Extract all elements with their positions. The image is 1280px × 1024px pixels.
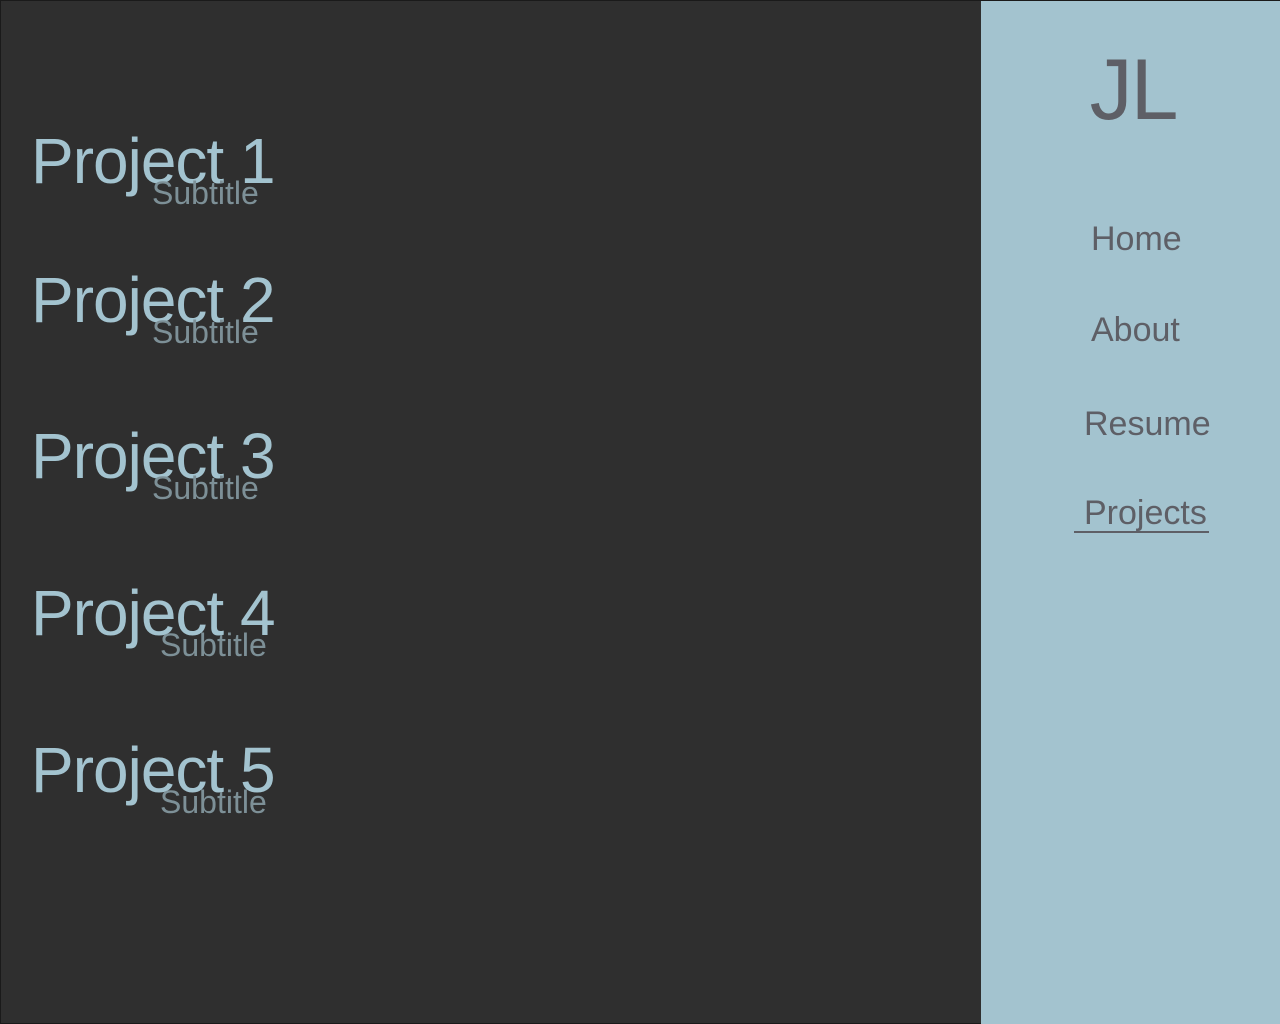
project-list: Project 1 Subtitle Project 2 Subtitle Pr… [1, 1, 981, 1024]
nav-item-home[interactable]: Home [1091, 219, 1182, 259]
project-subtitle: Subtitle [152, 314, 259, 350]
sidebar-nav: JL Home About Resume Projects [981, 1, 1280, 1024]
nav-item-about[interactable]: About [1091, 310, 1180, 350]
nav-item-projects[interactable]: Projects [1074, 495, 1209, 533]
portfolio-page: Project 1 Subtitle Project 2 Subtitle Pr… [0, 0, 1280, 1024]
project-subtitle: Subtitle [160, 627, 267, 663]
project-item-4[interactable]: Project 4 Subtitle [31, 581, 431, 691]
project-item-1[interactable]: Project 1 Subtitle [31, 129, 431, 239]
project-subtitle: Subtitle [160, 784, 267, 820]
logo-monogram[interactable]: JL [981, 45, 1280, 135]
project-item-5[interactable]: Project 5 Subtitle [31, 738, 431, 848]
nav-item-resume[interactable]: Resume [1084, 404, 1211, 444]
project-item-2[interactable]: Project 2 Subtitle [31, 268, 431, 378]
project-item-3[interactable]: Project 3 Subtitle [31, 424, 431, 534]
project-subtitle: Subtitle [152, 470, 259, 506]
project-subtitle: Subtitle [152, 175, 259, 211]
